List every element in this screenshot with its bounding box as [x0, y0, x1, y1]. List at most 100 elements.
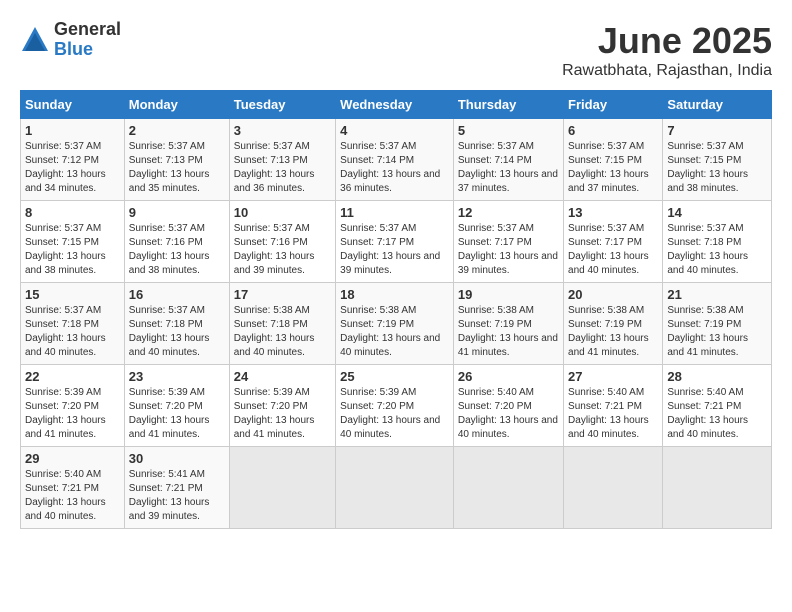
calendar-cell: 9 Sunrise: 5:37 AMSunset: 7:16 PMDaylight…	[124, 201, 229, 283]
cell-info: Sunrise: 5:38 AMSunset: 7:19 PMDaylight:…	[340, 305, 440, 358]
day-number: 19	[458, 287, 559, 302]
cell-info: Sunrise: 5:37 AMSunset: 7:15 PMDaylight:…	[25, 223, 106, 276]
header-day-wednesday: Wednesday	[336, 91, 454, 119]
calendar-week-row: 29Sunrise: 5:40 AMSunset: 7:21 PMDayligh…	[21, 447, 772, 529]
calendar-cell: 24Sunrise: 5:39 AMSunset: 7:20 PMDayligh…	[229, 365, 335, 447]
cell-info: Sunrise: 5:38 AMSunset: 7:19 PMDaylight:…	[568, 305, 649, 358]
day-number: 25	[340, 369, 449, 384]
calendar-cell: 30Sunrise: 5:41 AMSunset: 7:21 PMDayligh…	[124, 447, 229, 529]
calendar-week-row: 22 Sunrise: 5:39 AMSunset: 7:20 PMDayligh…	[21, 365, 772, 447]
cell-info: Sunrise: 5:39 AMSunset: 7:20 PMDaylight:…	[25, 387, 106, 440]
header-day-sunday: Sunday	[21, 91, 125, 119]
day-number: 28	[667, 369, 767, 384]
calendar-cell	[663, 447, 772, 529]
day-number: 4	[340, 123, 449, 138]
calendar-cell: 19Sunrise: 5:38 AMSunset: 7:19 PMDayligh…	[453, 283, 563, 365]
calendar-cell: 17 Sunrise: 5:38 AMSunset: 7:18 PMDayligh…	[229, 283, 335, 365]
calendar-cell: 3 Sunrise: 5:37 AMSunset: 7:13 PMDaylight…	[229, 119, 335, 201]
cell-info: Sunrise: 5:37 AMSunset: 7:18 PMDaylight:…	[129, 305, 210, 358]
day-number: 6	[568, 123, 658, 138]
cell-info: Sunrise: 5:37 AMSunset: 7:17 PMDaylight:…	[568, 223, 649, 276]
cell-info: Sunrise: 5:37 AMSunset: 7:13 PMDaylight:…	[234, 141, 315, 194]
calendar-cell: 10 Sunrise: 5:37 AMSunset: 7:16 PMDayligh…	[229, 201, 335, 283]
cell-info: Sunrise: 5:37 AMSunset: 7:18 PMDaylight:…	[25, 305, 106, 358]
cell-info: Sunrise: 5:37 AMSunset: 7:14 PMDaylight:…	[340, 141, 440, 194]
day-number: 9	[129, 205, 225, 220]
day-number: 15	[25, 287, 120, 302]
header-day-tuesday: Tuesday	[229, 91, 335, 119]
calendar-cell: 2 Sunrise: 5:37 AMSunset: 7:13 PMDaylight…	[124, 119, 229, 201]
day-number: 17	[234, 287, 331, 302]
cell-info: Sunrise: 5:40 AMSunset: 7:21 PMDaylight:…	[568, 387, 649, 440]
day-number: 7	[667, 123, 767, 138]
cell-info: Sunrise: 5:40 AMSunset: 7:20 PMDaylight:…	[458, 387, 558, 440]
day-number: 5	[458, 123, 559, 138]
calendar-cell: 29Sunrise: 5:40 AMSunset: 7:21 PMDayligh…	[21, 447, 125, 529]
day-number: 3	[234, 123, 331, 138]
cell-info: Sunrise: 5:41 AMSunset: 7:21 PMDaylight:…	[129, 469, 210, 522]
day-number: 22	[25, 369, 120, 384]
cell-info: Sunrise: 5:39 AMSunset: 7:20 PMDaylight:…	[340, 387, 440, 440]
header-day-thursday: Thursday	[453, 91, 563, 119]
day-number: 21	[667, 287, 767, 302]
calendar-table: SundayMondayTuesdayWednesdayThursdayFrid…	[20, 90, 772, 529]
day-number: 1	[25, 123, 120, 138]
calendar-cell: 28Sunrise: 5:40 AMSunset: 7:21 PMDayligh…	[663, 365, 772, 447]
calendar-cell: 23Sunrise: 5:39 AMSunset: 7:20 PMDayligh…	[124, 365, 229, 447]
calendar-cell: 20 Sunrise: 5:38 AMSunset: 7:19 PMDayligh…	[564, 283, 663, 365]
day-number: 29	[25, 451, 120, 466]
cell-info: Sunrise: 5:38 AMSunset: 7:18 PMDaylight:…	[234, 305, 315, 358]
cell-info: Sunrise: 5:37 AMSunset: 7:16 PMDaylight:…	[129, 223, 210, 276]
header-day-monday: Monday	[124, 91, 229, 119]
calendar-week-row: 8 Sunrise: 5:37 AMSunset: 7:15 PMDaylight…	[21, 201, 772, 283]
day-number: 8	[25, 205, 120, 220]
cell-info: Sunrise: 5:39 AMSunset: 7:20 PMDaylight:…	[129, 387, 210, 440]
day-number: 11	[340, 205, 449, 220]
cell-info: Sunrise: 5:37 AMSunset: 7:17 PMDaylight:…	[458, 223, 558, 276]
calendar-subtitle: Rawatbhata, Rajasthan, India	[562, 62, 772, 80]
cell-info: Sunrise: 5:37 AMSunset: 7:15 PMDaylight:…	[568, 141, 649, 194]
header: General Blue June 2025 Rawatbhata, Rajas…	[20, 20, 772, 80]
calendar-cell: 8 Sunrise: 5:37 AMSunset: 7:15 PMDaylight…	[21, 201, 125, 283]
cell-info: Sunrise: 5:38 AMSunset: 7:19 PMDaylight:…	[667, 305, 748, 358]
calendar-week-row: 15 Sunrise: 5:37 AMSunset: 7:18 PMDayligh…	[21, 283, 772, 365]
day-number: 13	[568, 205, 658, 220]
logo-blue-text: Blue	[54, 40, 121, 60]
day-number: 10	[234, 205, 331, 220]
calendar-cell	[229, 447, 335, 529]
cell-info: Sunrise: 5:37 AMSunset: 7:13 PMDaylight:…	[129, 141, 210, 194]
day-number: 20	[568, 287, 658, 302]
calendar-cell: 1 Sunrise: 5:37 AMSunset: 7:12 PMDaylight…	[21, 119, 125, 201]
logo-icon	[20, 25, 50, 55]
calendar-cell: 6 Sunrise: 5:37 AMSunset: 7:15 PMDaylight…	[564, 119, 663, 201]
cell-info: Sunrise: 5:37 AMSunset: 7:15 PMDaylight:…	[667, 141, 748, 194]
logo: General Blue	[20, 20, 121, 60]
calendar-header-row: SundayMondayTuesdayWednesdayThursdayFrid…	[21, 91, 772, 119]
calendar-cell: 21 Sunrise: 5:38 AMSunset: 7:19 PMDayligh…	[663, 283, 772, 365]
day-number: 14	[667, 205, 767, 220]
day-number: 18	[340, 287, 449, 302]
cell-info: Sunrise: 5:37 AMSunset: 7:18 PMDaylight:…	[667, 223, 748, 276]
calendar-cell	[336, 447, 454, 529]
cell-info: Sunrise: 5:37 AMSunset: 7:12 PMDaylight:…	[25, 141, 106, 194]
calendar-cell: 11 Sunrise: 5:37 AMSunset: 7:17 PMDayligh…	[336, 201, 454, 283]
calendar-cell: 22 Sunrise: 5:39 AMSunset: 7:20 PMDayligh…	[21, 365, 125, 447]
logo-text: General Blue	[54, 20, 121, 60]
cell-info: Sunrise: 5:37 AMSunset: 7:17 PMDaylight:…	[340, 223, 440, 276]
calendar-cell: 18 Sunrise: 5:38 AMSunset: 7:19 PMDayligh…	[336, 283, 454, 365]
calendar-cell: 16 Sunrise: 5:37 AMSunset: 7:18 PMDayligh…	[124, 283, 229, 365]
calendar-cell	[453, 447, 563, 529]
calendar-cell: 5 Sunrise: 5:37 AMSunset: 7:14 PMDaylight…	[453, 119, 563, 201]
calendar-cell: 4 Sunrise: 5:37 AMSunset: 7:14 PMDaylight…	[336, 119, 454, 201]
cell-info: Sunrise: 5:37 AMSunset: 7:16 PMDaylight:…	[234, 223, 315, 276]
calendar-week-row: 1 Sunrise: 5:37 AMSunset: 7:12 PMDaylight…	[21, 119, 772, 201]
cell-info: Sunrise: 5:39 AMSunset: 7:20 PMDaylight:…	[234, 387, 315, 440]
cell-info: Sunrise: 5:37 AMSunset: 7:14 PMDaylight:…	[458, 141, 558, 194]
calendar-cell: 13 Sunrise: 5:37 AMSunset: 7:17 PMDayligh…	[564, 201, 663, 283]
calendar-title: June 2025	[562, 20, 772, 62]
day-number: 27	[568, 369, 658, 384]
day-number: 2	[129, 123, 225, 138]
day-number: 16	[129, 287, 225, 302]
title-area: June 2025 Rawatbhata, Rajasthan, India	[562, 20, 772, 80]
day-number: 26	[458, 369, 559, 384]
